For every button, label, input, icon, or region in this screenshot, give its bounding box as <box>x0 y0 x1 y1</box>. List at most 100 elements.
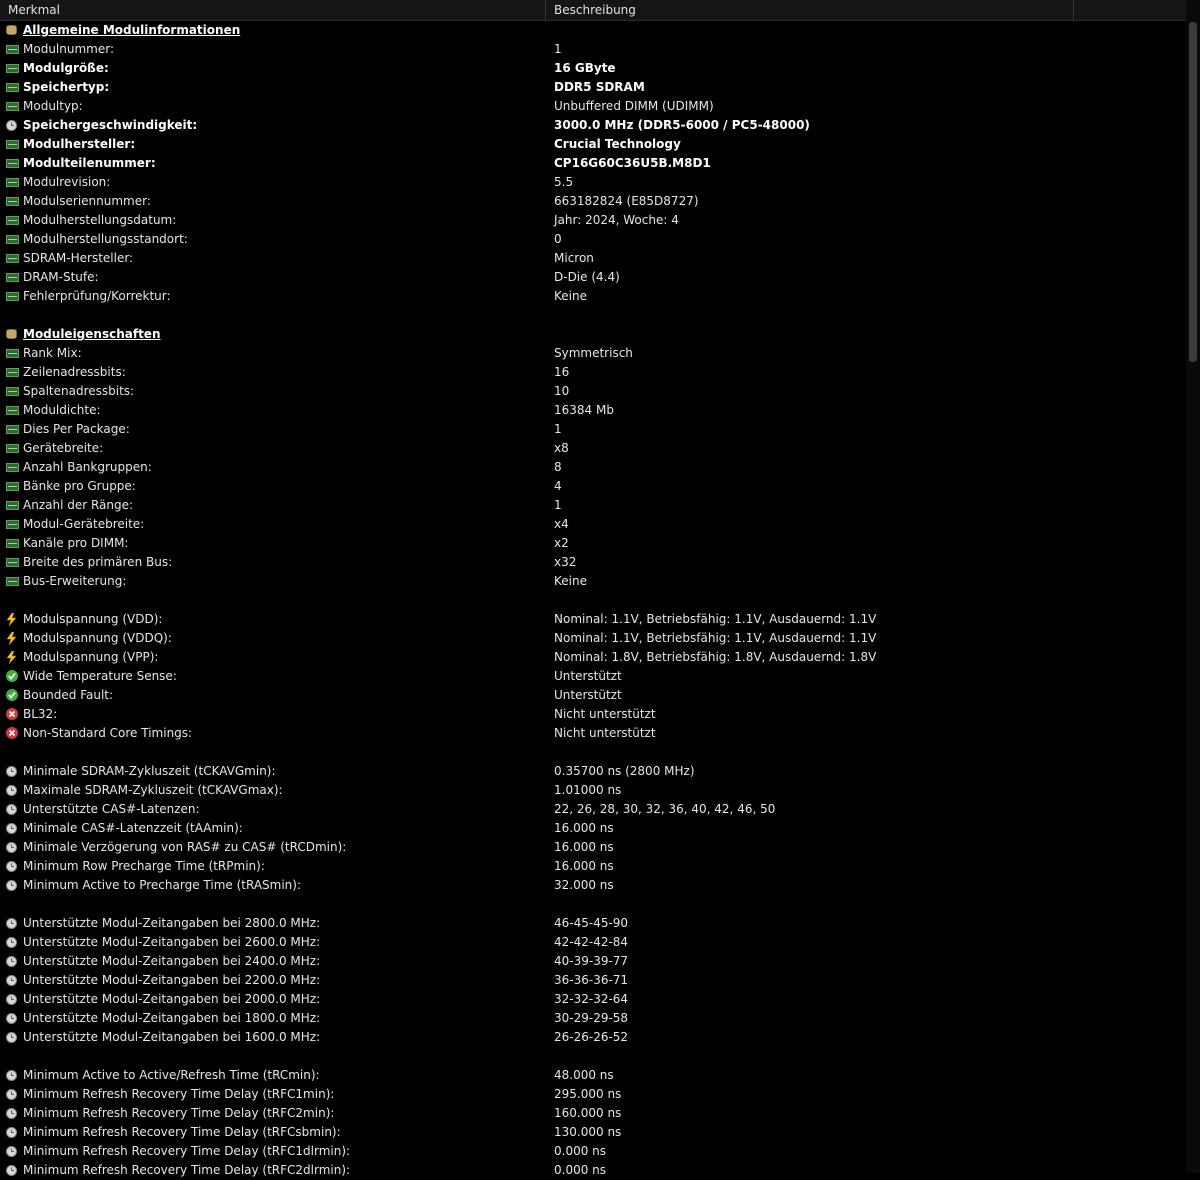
list-item[interactable]: Unterstützte CAS#-Latenzen: 22, 26, 28, 3… <box>0 800 1186 819</box>
property-value: Unterstützt <box>554 669 622 683</box>
property-value: Nicht unterstützt <box>554 707 656 721</box>
property-value: 8 <box>554 460 562 474</box>
list-item[interactable]: Modulnummer: 1 <box>0 40 1186 59</box>
list-item[interactable]: Minimum Refresh Recovery Time Delay (tRF… <box>0 1085 1186 1104</box>
list-item[interactable]: Unterstützte Modul-Zeitangaben bei 2000.… <box>0 990 1186 1009</box>
property-label: Minimale Verzögerung von RAS# zu CAS# (t… <box>23 840 347 854</box>
list-item[interactable]: Minimale SDRAM-Zykluszeit (tCKAVGmin): 0.… <box>0 762 1186 781</box>
property-value: 0.35700 ns (2800 MHz) <box>554 764 695 778</box>
scrollbar-thumb[interactable] <box>1189 22 1197 362</box>
list-item[interactable]: SDRAM-Hersteller: Micron <box>0 249 1186 268</box>
property-label: Minimum Refresh Recovery Time Delay (tRF… <box>23 1106 335 1120</box>
list-item[interactable]: Bounded Fault: Unterstützt <box>0 686 1186 705</box>
list-item[interactable]: Wide Temperature Sense: Unterstützt <box>0 667 1186 686</box>
memory-chip-icon <box>6 292 19 301</box>
property-label: Modulherstellungsdatum: <box>23 213 177 227</box>
check-icon <box>6 689 18 701</box>
list-item[interactable]: Fehlerprüfung/Korrektur: Keine <box>0 287 1186 306</box>
clock-icon <box>6 1127 17 1138</box>
list-item[interactable]: Modulherstellungsdatum: Jahr: 2024, Woche… <box>0 211 1186 230</box>
property-value: 26-26-26-52 <box>554 1030 629 1044</box>
list-item[interactable]: Modulherstellungsstandort: 0 <box>0 230 1186 249</box>
property-value: 16 GByte <box>554 61 616 75</box>
list-item[interactable]: Unterstützte Modul-Zeitangaben bei 2200.… <box>0 971 1186 990</box>
list-item[interactable]: Bus-Erweiterung: Keine <box>0 572 1186 591</box>
property-label: Breite des primären Bus: <box>23 555 173 569</box>
clock-icon <box>6 804 17 815</box>
list-item[interactable]: Spaltenadressbits: 10 <box>0 382 1186 401</box>
vertical-scrollbar[interactable] <box>1186 0 1200 1173</box>
list-item[interactable]: Anzahl Bankgruppen: 8 <box>0 458 1186 477</box>
list-item[interactable]: BL32: Nicht unterstützt <box>0 705 1186 724</box>
clock-icon <box>6 1032 17 1043</box>
list-item[interactable]: Breite des primären Bus: x32 <box>0 553 1186 572</box>
error-icon <box>6 708 18 720</box>
list-item[interactable]: Minimum Row Precharge Time (tRPmin): 16.0… <box>0 857 1186 876</box>
section-header[interactable]: Allgemeine Modulinformationen <box>0 21 1186 40</box>
memory-chip-icon <box>6 520 19 529</box>
clock-icon <box>6 994 17 1005</box>
list-item[interactable]: Minimum Active to Precharge Time (tRASmi… <box>0 876 1186 895</box>
memory-chip-icon <box>6 463 19 472</box>
list-item[interactable]: Bänke pro Gruppe: 4 <box>0 477 1186 496</box>
list-item[interactable]: Minimum Refresh Recovery Time Delay (tRF… <box>0 1104 1186 1123</box>
section-header[interactable]: Moduleigenschaften <box>0 325 1186 344</box>
list-item[interactable]: Unterstützte Modul-Zeitangaben bei 2800.… <box>0 914 1186 933</box>
column-header-beschreibung[interactable]: Beschreibung <box>546 0 1074 20</box>
list-item[interactable]: Speichertyp: DDR5 SDRAM <box>0 78 1186 97</box>
list-item[interactable]: Modulgröße: 16 GByte <box>0 59 1186 78</box>
column-header-merkmal[interactable]: Merkmal <box>0 0 546 20</box>
property-label: Maximale SDRAM-Zykluszeit (tCKAVGmax): <box>23 783 283 797</box>
list-item[interactable]: Modulteilenummer: CP16G60C36U5B.M8D1 <box>0 154 1186 173</box>
list-item[interactable]: Unterstützte Modul-Zeitangaben bei 1800.… <box>0 1009 1186 1028</box>
property-label: Minimale SDRAM-Zykluszeit (tCKAVGmin): <box>23 764 276 778</box>
list-item[interactable]: Modulspannung (VPP): Nominal: 1.8V, Betri… <box>0 648 1186 667</box>
memory-chip-icon <box>6 140 19 149</box>
list-item[interactable]: Zeilenadressbits: 16 <box>0 363 1186 382</box>
list-item[interactable]: Unterstützte Modul-Zeitangaben bei 2600.… <box>0 933 1186 952</box>
column-header-empty[interactable] <box>1074 0 1186 20</box>
memory-chip-icon <box>6 558 19 567</box>
list-item[interactable]: Rank Mix: Symmetrisch <box>0 344 1186 363</box>
property-value: Nominal: 1.1V, Betriebsfähig: 1.1V, Ausd… <box>554 612 877 626</box>
memory-chip-icon <box>6 197 19 206</box>
list-item[interactable]: Unterstützte Modul-Zeitangaben bei 1600.… <box>0 1028 1186 1047</box>
list-item[interactable]: Dies Per Package: 1 <box>0 420 1186 439</box>
list-item[interactable]: DRAM-Stufe: D-Die (4.4) <box>0 268 1186 287</box>
list-item[interactable]: Minimum Refresh Recovery Time Delay (tRF… <box>0 1142 1186 1161</box>
property-value: 1 <box>554 42 562 56</box>
clock-icon <box>6 766 17 777</box>
clock-icon <box>6 1013 17 1024</box>
list-item[interactable]: Minimale Verzögerung von RAS# zu CAS# (t… <box>0 838 1186 857</box>
property-label: Wide Temperature Sense: <box>23 669 177 683</box>
list-item[interactable]: Speichergeschwindigkeit: 3000.0 MHz (DDR5… <box>0 116 1186 135</box>
property-value: 10 <box>554 384 570 398</box>
property-value: 0.000 ns <box>554 1163 607 1177</box>
list-item[interactable]: Modul-Gerätebreite: x4 <box>0 515 1186 534</box>
spacer-row <box>0 1047 1186 1066</box>
list-item[interactable]: Modulseriennummer: 663182824 (E85D8727) <box>0 192 1186 211</box>
spacer-row <box>0 743 1186 762</box>
list-item[interactable]: Kanäle pro DIMM: x2 <box>0 534 1186 553</box>
list-item[interactable]: Modulspannung (VDD): Nominal: 1.1V, Betri… <box>0 610 1186 629</box>
clock-icon <box>6 1089 17 1100</box>
list-item[interactable]: Modulspannung (VDDQ): Nominal: 1.1V, Betr… <box>0 629 1186 648</box>
list-item[interactable]: Non-Standard Core Timings: Nicht unterstü… <box>0 724 1186 743</box>
list-item[interactable]: Gerätebreite: x8 <box>0 439 1186 458</box>
list-item[interactable]: Modulhersteller: Crucial Technology <box>0 135 1186 154</box>
list-item[interactable]: Minimum Active to Active/Refresh Time (t… <box>0 1066 1186 1085</box>
list-item[interactable]: Moduldichte: 16384 Mb <box>0 401 1186 420</box>
list-item[interactable]: Minimale CAS#-Latenzzeit (tAAmin): 16.000… <box>0 819 1186 838</box>
database-icon <box>6 25 17 35</box>
list-item[interactable]: Anzahl der Ränge: 1 <box>0 496 1186 515</box>
list-item[interactable]: Modultyp: Unbuffered DIMM (UDIMM) <box>0 97 1186 116</box>
list-item[interactable]: Modulrevision: 5.5 <box>0 173 1186 192</box>
list-item[interactable]: Minimum Refresh Recovery Time Delay (tRF… <box>0 1123 1186 1142</box>
list-item[interactable]: Unterstützte Modul-Zeitangaben bei 2400.… <box>0 952 1186 971</box>
property-value: 3000.0 MHz (DDR5-6000 / PC5-48000) <box>554 118 810 132</box>
property-value: 36-36-36-71 <box>554 973 629 987</box>
list-item[interactable]: Maximale SDRAM-Zykluszeit (tCKAVGmax): 1.… <box>0 781 1186 800</box>
property-value: D-Die (4.4) <box>554 270 620 284</box>
property-label: Minimale CAS#-Latenzzeit (tAAmin): <box>23 821 243 835</box>
list-item[interactable]: Minimum Refresh Recovery Time Delay (tRF… <box>0 1161 1186 1180</box>
